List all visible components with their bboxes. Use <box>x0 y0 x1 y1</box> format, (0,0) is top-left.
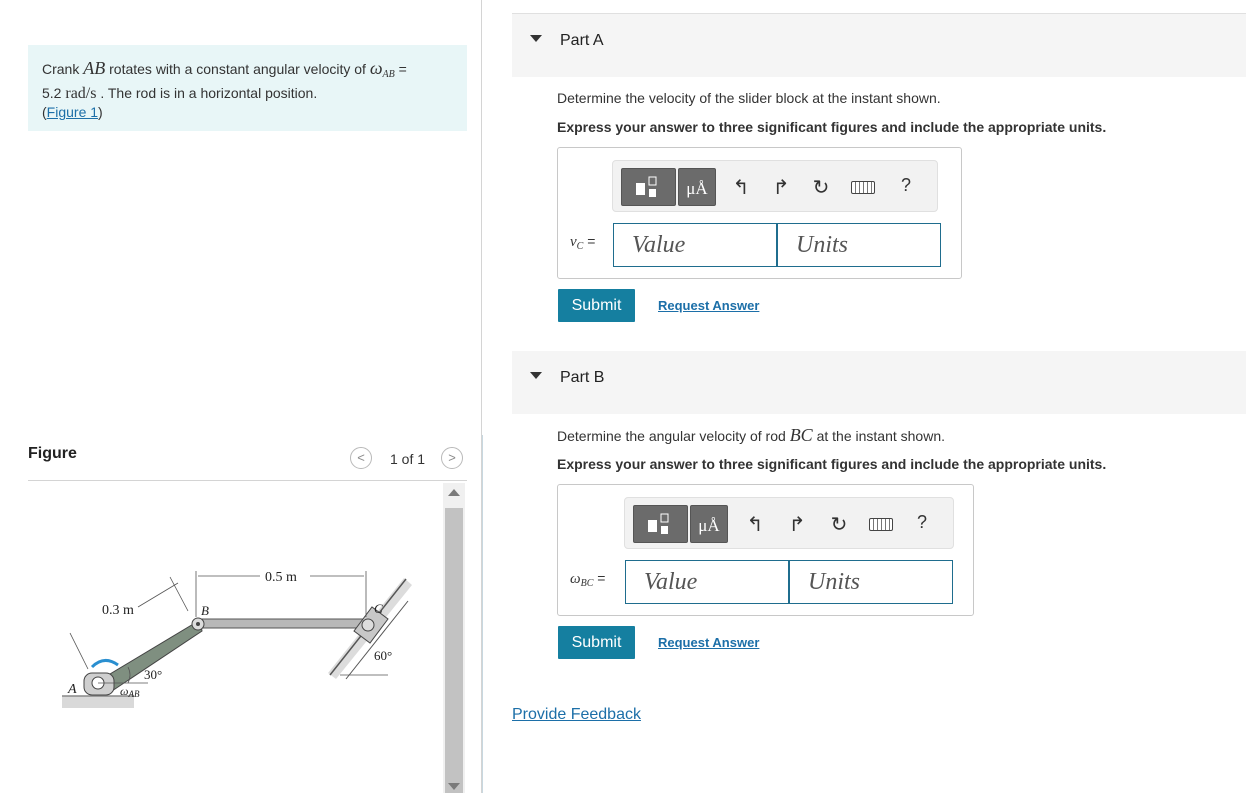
part-a-question: Determine the velocity of the slider blo… <box>557 90 941 106</box>
reset-icon[interactable]: ↻ <box>827 512 851 537</box>
scroll-up-arrow-icon[interactable] <box>448 489 460 496</box>
caret-down-icon <box>530 35 542 42</box>
scroll-down-arrow-icon[interactable] <box>448 783 460 790</box>
dim-ab-ext-2 <box>169 576 189 612</box>
problem-text-2: rotates with a constant angular velocity… <box>105 61 370 77</box>
undo-icon[interactable]: ↰ <box>729 175 753 200</box>
undo-icon[interactable]: ↰ <box>743 512 767 537</box>
omega-figure-label: ωAB <box>120 684 140 699</box>
part-b-question-text-2: at the instant shown. <box>812 428 946 444</box>
part-a-units-input[interactable]: Units <box>777 223 941 267</box>
units-button[interactable]: μÅ <box>678 168 716 206</box>
part-b-question-text-1: Determine the angular velocity of rod <box>557 428 790 444</box>
part-b-rod-symbol: BC <box>789 425 813 445</box>
column-divider-accent <box>482 435 483 793</box>
figure-pager-text: 1 of 1 <box>390 451 426 467</box>
part-b-title: Part B <box>560 369 605 386</box>
var-b-eq: = <box>593 570 606 586</box>
scroll-thumb[interactable] <box>445 508 463 793</box>
part-a-toolbar: μÅ ↰ ↱ ↻ ? <box>612 160 938 212</box>
redo-icon[interactable]: ↱ <box>769 175 793 200</box>
omega-figure-symbol: ω <box>120 684 128 698</box>
point-a-label: A <box>67 682 77 697</box>
provide-feedback-link[interactable]: Provide Feedback <box>512 706 641 724</box>
help-icon[interactable]: ? <box>917 512 927 533</box>
caret-down-icon <box>530 372 542 379</box>
chevron-left-icon: < <box>357 450 365 465</box>
problem-statement: Crank AB rotates with a constant angular… <box>28 45 467 131</box>
templates-icon <box>636 176 657 197</box>
figure-title: Figure <box>28 445 77 462</box>
equals-sign: = <box>394 61 407 77</box>
angle-c-label: 60° <box>374 648 392 663</box>
angle-a-label: 30° <box>144 667 162 682</box>
figure-image: 0.5 m 0.3 m 30° 60° A B C ωAB <box>28 483 438 793</box>
part-a-header[interactable]: Part A <box>512 14 1246 77</box>
keyboard-icon[interactable] <box>869 518 893 531</box>
var-a-eq: = <box>583 233 596 249</box>
problem-text-3: . The rod is in a horizontal position. <box>96 85 318 101</box>
figure-header: Figure < 1 of 1 > <box>28 443 467 481</box>
part-a-variable-label: vC = <box>570 233 595 252</box>
part-a-submit-button[interactable]: Submit <box>558 289 635 322</box>
figure-link[interactable]: Figure 1 <box>47 104 98 120</box>
omega-value: 5.2 <box>42 85 62 101</box>
part-b-instruction: Express your answer to three significant… <box>557 456 1107 472</box>
units-button[interactable]: μÅ <box>690 505 728 543</box>
pin-c-icon <box>361 618 375 632</box>
part-a-instruction: Express your answer to three significant… <box>557 119 1107 135</box>
omega-symbol: ω <box>369 58 383 78</box>
part-b-answer-box: μÅ ↰ ↱ ↻ ? ωBC = Value Units <box>557 484 974 616</box>
units-icon: μÅ <box>686 179 708 198</box>
var-b-symbol: ω <box>570 571 581 587</box>
part-a-request-answer-link[interactable]: Request Answer <box>658 298 759 313</box>
point-b-label: B <box>201 603 209 618</box>
pin-b-center <box>196 622 200 626</box>
next-figure-button[interactable]: > <box>441 447 463 469</box>
part-b-header[interactable]: Part B <box>512 351 1246 414</box>
part-a-title: Part A <box>560 32 604 49</box>
omega-figure-sub: AB <box>127 689 139 699</box>
point-c-label: C <box>374 601 383 616</box>
part-b-submit-button[interactable]: Submit <box>558 626 635 659</box>
part-a-value-input[interactable]: Value <box>613 223 777 267</box>
problem-text-1: Crank <box>42 61 84 77</box>
prev-figure-button[interactable]: < <box>350 447 372 469</box>
templates-button[interactable] <box>633 505 688 543</box>
dim-bc-label: 0.5 m <box>265 570 297 585</box>
part-b-units-input[interactable]: Units <box>789 560 953 604</box>
var-a-symbol: v <box>570 234 577 250</box>
reset-icon[interactable]: ↻ <box>809 175 833 200</box>
part-b-value-input[interactable]: Value <box>625 560 789 604</box>
templates-icon <box>648 513 669 534</box>
var-b-sub: BC <box>580 578 594 589</box>
omega-subscript: AB <box>382 69 395 80</box>
figure-scrollbar[interactable] <box>443 483 465 793</box>
help-icon[interactable]: ? <box>901 175 911 196</box>
templates-button[interactable] <box>621 168 676 206</box>
part-b-request-answer-link[interactable]: Request Answer <box>658 635 759 650</box>
part-b-question: Determine the angular velocity of rod BC… <box>557 425 945 446</box>
redo-icon[interactable]: ↱ <box>785 512 809 537</box>
rod-bc <box>195 618 367 629</box>
part-b-variable-label: ωBC = <box>570 570 605 589</box>
mechanism-diagram: 0.5 m 0.3 m 30° 60° A B C ωAB <box>62 570 412 708</box>
chevron-right-icon: > <box>448 450 456 465</box>
part-b-toolbar: μÅ ↰ ↱ ↻ ? <box>624 497 954 549</box>
omega-arrow-icon <box>90 659 119 669</box>
keyboard-icon[interactable] <box>851 181 875 194</box>
dim-ab-line <box>137 582 179 608</box>
units-icon: μÅ <box>698 516 720 535</box>
omega-unit: rad/s <box>65 85 97 102</box>
dim-ab-label: 0.3 m <box>102 603 134 618</box>
dim-ab-ext-1 <box>69 632 89 670</box>
part-a-answer-box: μÅ ↰ ↱ ↻ ? vC = Value Units <box>557 147 962 279</box>
crank-symbol: AB <box>83 58 106 78</box>
